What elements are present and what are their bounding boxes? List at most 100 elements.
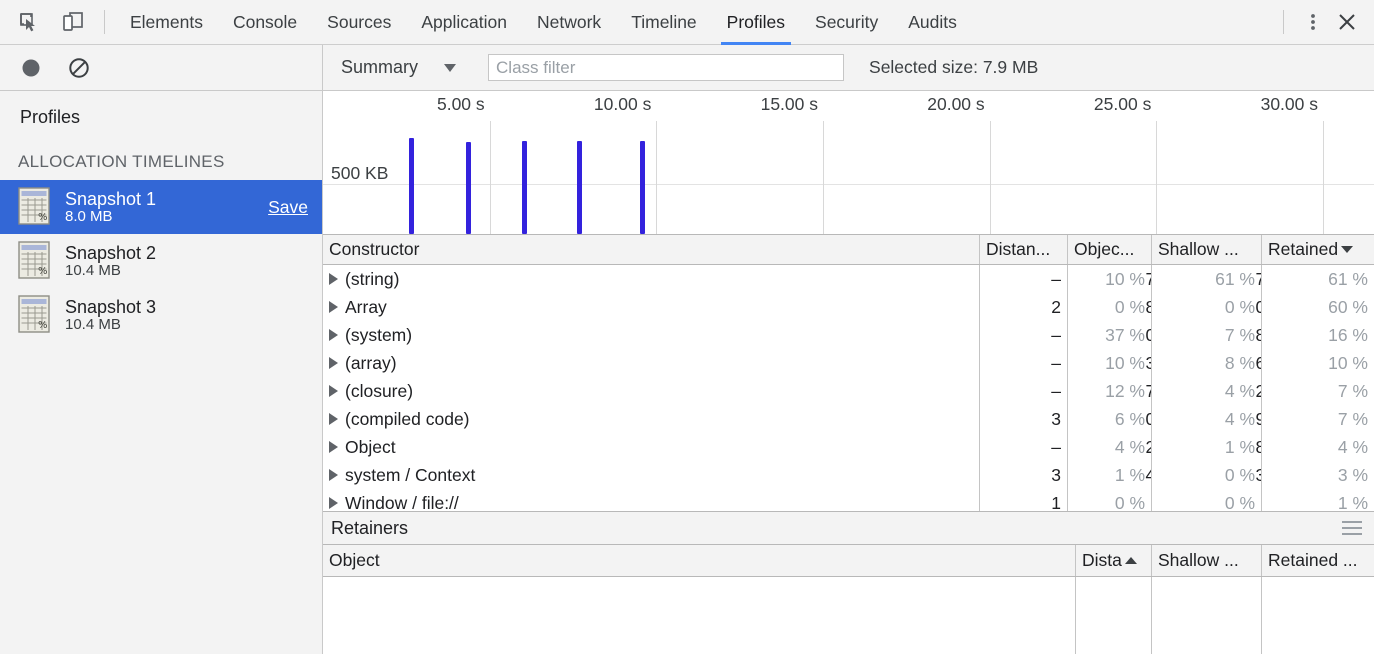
triangle-right-icon[interactable]	[329, 357, 338, 369]
profiles-main: 500 KB 5.00 s 10.00 s 15.00 s 20.00 s 25.00 …	[323, 91, 1374, 654]
tab-network[interactable]: Network	[522, 0, 616, 44]
cell-shallow-size: 1 %88	[1152, 433, 1262, 461]
cell-distance: –	[980, 349, 1068, 377]
snapshot-thumbnail-icon: %	[18, 295, 52, 335]
table-row[interactable]: Array 20 %880 %08 60 %	[323, 293, 1374, 321]
view-select-label: Summary	[341, 57, 419, 77]
svg-text:%: %	[38, 212, 48, 223]
tab-profiles[interactable]: Profiles	[712, 0, 800, 45]
close-icon[interactable]	[1332, 7, 1362, 37]
tab-label: Application	[421, 11, 507, 32]
column-header-shallow-size[interactable]: Shallow ...	[1152, 235, 1262, 264]
column-header-distance[interactable]: Distan...	[980, 235, 1068, 264]
chart-x-gridline	[1323, 121, 1324, 234]
column-header-objects-count[interactable]: Objec...	[1068, 235, 1152, 264]
clear-circle-slash-icon[interactable]	[64, 53, 94, 83]
snapshot-thumbnail-icon: %	[18, 241, 52, 281]
column-header-constructor[interactable]: Constructor	[323, 235, 980, 264]
tab-audits[interactable]: Audits	[893, 0, 972, 44]
retainers-body-col-distance	[1076, 577, 1152, 654]
retainers-body-col-object	[323, 577, 1076, 654]
vertical-dots-icon[interactable]	[1298, 7, 1328, 37]
retainers-column-header-object[interactable]: Object	[323, 545, 1076, 576]
cell-retained-size: 7 %	[1337, 408, 1368, 429]
triangle-right-icon[interactable]	[329, 385, 338, 397]
cell-constructor: (system)	[323, 321, 980, 349]
view-select[interactable]: Summary	[341, 57, 468, 78]
device-toolbar-icon[interactable]	[58, 7, 88, 37]
chart-x-tick-label: 20.00 s	[927, 94, 985, 114]
triangle-right-icon[interactable]	[329, 301, 338, 313]
shallow-percent: 61 %	[1215, 268, 1255, 289]
table-row[interactable]: (string)–10 %7261 %7261 %	[323, 265, 1374, 293]
retainers-column-header-distance[interactable]: Dista	[1076, 545, 1152, 576]
cell-retained-size: 10 %	[1328, 352, 1368, 373]
record-circle-icon[interactable]	[16, 53, 46, 83]
tab-console[interactable]: Console	[218, 0, 312, 44]
sidebar-item-snapshot-2[interactable]: % Snapshot 2 10.4 MB	[0, 234, 322, 288]
triangle-right-icon[interactable]	[329, 441, 338, 453]
table-row[interactable]: Window / file://10 %40 %41 %	[323, 489, 1374, 511]
triangle-right-icon[interactable]	[329, 413, 338, 425]
class-filter-input[interactable]	[488, 54, 845, 81]
objects-percent: 10 %	[1105, 268, 1145, 289]
save-snapshot-link[interactable]: Save	[268, 197, 308, 218]
sidebar-item-size: 8.0 MB	[65, 207, 113, 225]
cell-distance: –	[980, 433, 1068, 461]
chevron-down-icon	[444, 63, 457, 72]
chart-x-gridline	[823, 121, 824, 234]
triangle-right-icon[interactable]	[329, 329, 338, 341]
cell-constructor: (array)	[323, 349, 980, 377]
chart-x-tick-label: 30.00 s	[1260, 94, 1318, 114]
chart-x-axis: 5.00 s 10.00 s 15.00 s 20.00 s 25.00 s 30.00 …	[323, 91, 1374, 234]
cell-retained-size: 61 %	[1328, 268, 1368, 289]
tab-security[interactable]: Security	[800, 0, 893, 44]
tab-elements[interactable]: Elements	[115, 0, 218, 44]
objects-percent: 1 %	[1114, 464, 1145, 485]
chart-bar	[577, 141, 582, 234]
inspect-element-icon[interactable]	[14, 7, 44, 37]
tab-label: Security	[815, 11, 879, 32]
allocation-timeline-chart[interactable]: 500 KB 5.00 s 10.00 s 15.00 s 20.00 s 25.00 …	[323, 91, 1374, 235]
table-row[interactable]: (closure) –12 %724 %24 7 %	[323, 377, 1374, 405]
sidebar-item-snapshot-3[interactable]: % Snapshot 3 10.4 MB	[0, 288, 322, 342]
retainers-title: Retainers	[331, 517, 409, 538]
cell-retained-size: 16 %	[1328, 324, 1368, 345]
table-row[interactable]: system / Context 31 %440 %36 3 %	[323, 461, 1374, 489]
cell-constructor: system / Context	[323, 461, 980, 489]
shallow-percent: 0 %	[1224, 296, 1255, 317]
triangle-right-icon[interactable]	[329, 497, 338, 509]
sidebar-item-size: 10.4 MB	[65, 261, 121, 279]
sidebar-item-name: Snapshot 1	[65, 188, 157, 209]
objects-percent: 6 %	[1114, 408, 1145, 429]
tab-sources[interactable]: Sources	[312, 0, 406, 44]
profiles-sidebar: Profiles ALLOCATION TIMELINES % Snapshot…	[0, 91, 323, 654]
objects-percent: 0 %	[1114, 492, 1145, 512]
retainers-column-header-shallow-size[interactable]: Shallow ...	[1152, 545, 1262, 576]
cell-distance: –	[980, 265, 1068, 293]
column-header-label: Dista	[1082, 550, 1122, 570]
table-row[interactable]: (system) –37 %007 %80 16 %	[323, 321, 1374, 349]
cell-constructor: (string)	[323, 265, 980, 293]
triangle-right-icon[interactable]	[329, 273, 338, 285]
cell-distance: –	[980, 377, 1068, 405]
constructor-grid-header: Constructor Distan... Objec... Shallow .…	[323, 235, 1374, 265]
table-row[interactable]: (array) –10 %328 %68 10 %	[323, 349, 1374, 377]
table-row[interactable]: Object –4 %201 %88 4 %	[323, 433, 1374, 461]
sidebar-item-snapshot-1[interactable]: % Snapshot 1 8.0 MB Save	[0, 180, 322, 234]
table-row[interactable]: (compiled code) 36 %044 %92 7 %	[323, 405, 1374, 433]
cell-shallow-size: 4 %24	[1152, 377, 1262, 405]
column-header-label: Retained ...	[1268, 550, 1358, 570]
hamburger-menu-icon[interactable]	[1342, 521, 1362, 535]
column-header-retained-size[interactable]: Retained	[1262, 235, 1374, 264]
cell-distance: 3	[980, 405, 1068, 433]
sort-ascending-icon	[1124, 557, 1137, 564]
triangle-right-icon[interactable]	[329, 469, 338, 481]
retainers-column-header-retained-size[interactable]: Retained ...	[1262, 545, 1374, 576]
tab-application[interactable]: Application	[406, 0, 522, 44]
tab-timeline[interactable]: Timeline	[616, 0, 711, 44]
cell-objects-count: 0 %88	[1068, 293, 1152, 321]
retainers-body-col-shallow	[1152, 577, 1262, 654]
retainers-titlebar: Retainers	[323, 512, 1374, 545]
cell-distance: 3	[980, 461, 1068, 489]
